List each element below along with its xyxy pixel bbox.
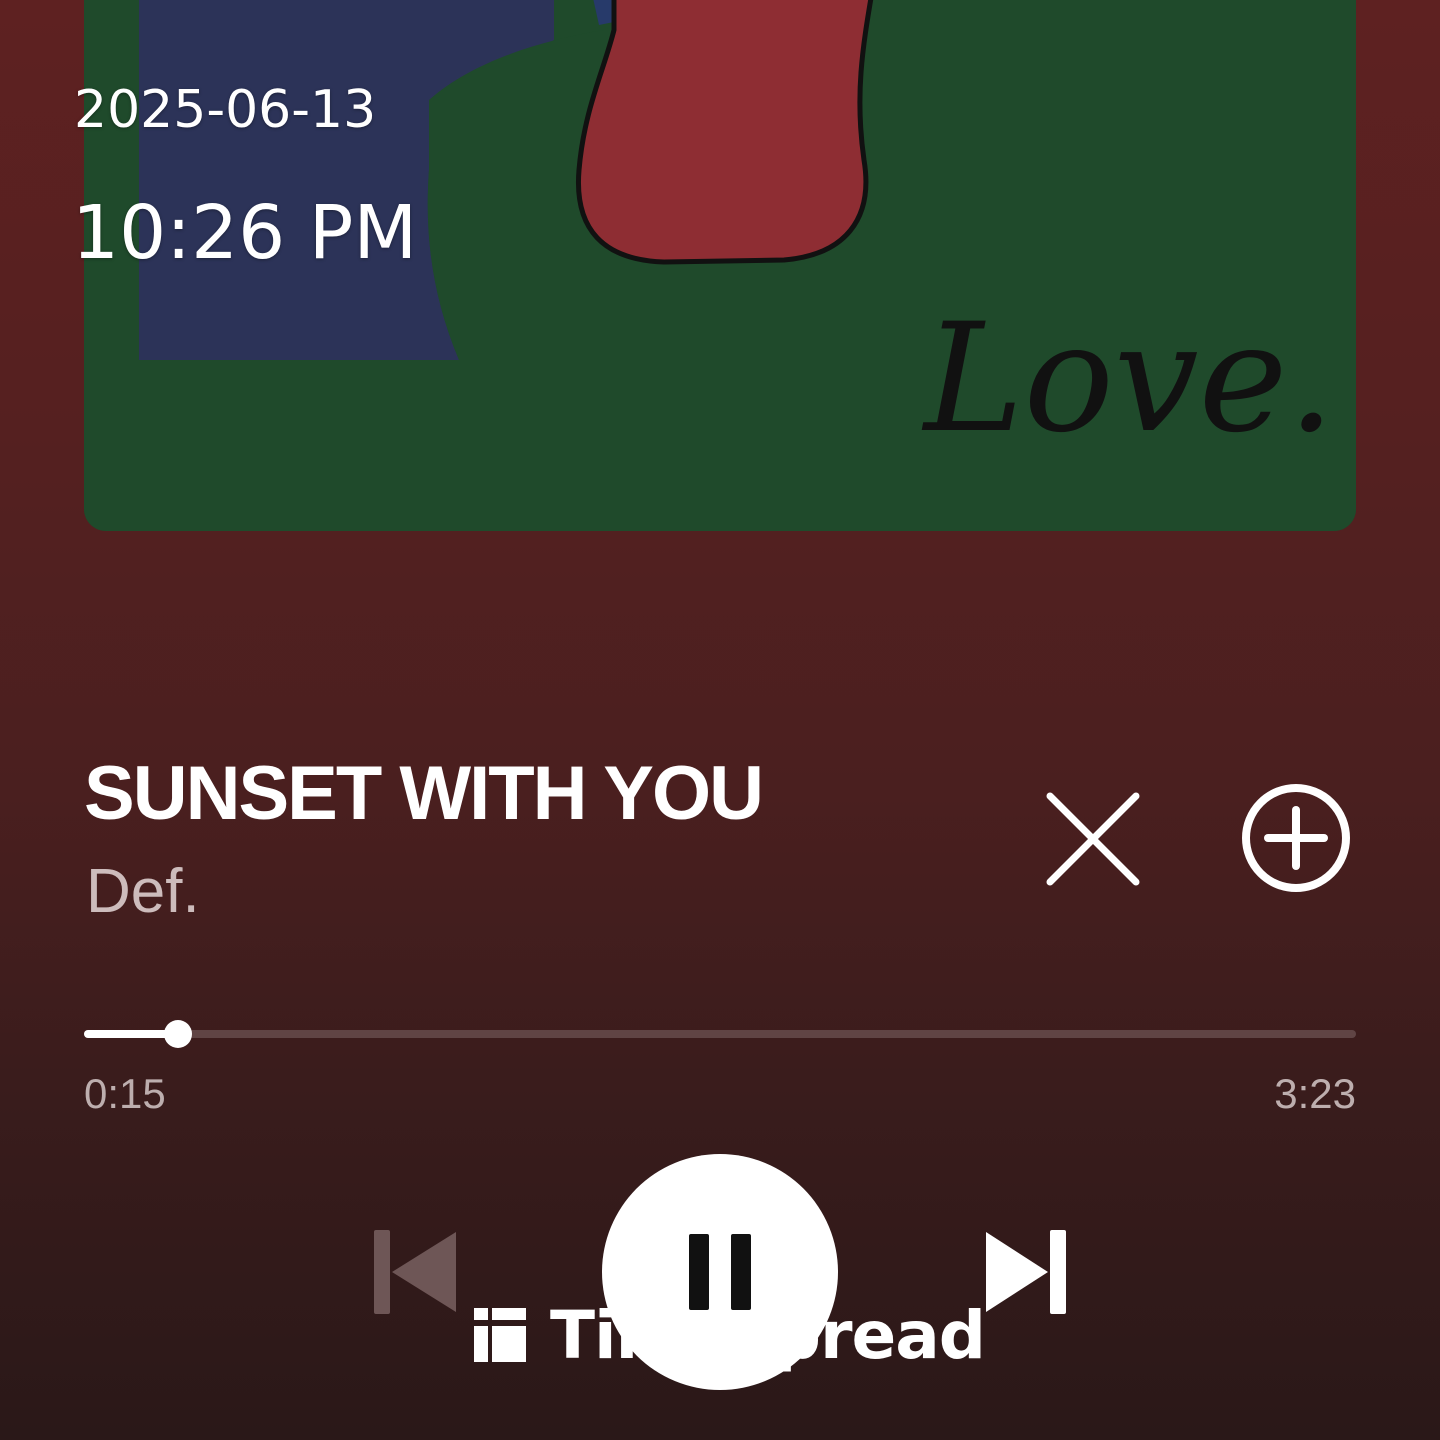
pause-button[interactable] (602, 1154, 838, 1390)
close-button[interactable] (1036, 782, 1150, 896)
elapsed-time: 0:15 (84, 1070, 166, 1117)
total-duration: 3:23 (1274, 1070, 1356, 1117)
watermark-logo-icon (474, 1308, 526, 1362)
skip-previous-icon (374, 1230, 456, 1314)
next-track-button[interactable] (984, 1226, 1070, 1318)
pause-icon (689, 1234, 751, 1310)
skip-next-icon (986, 1230, 1066, 1314)
track-artist[interactable]: Def. (86, 856, 200, 927)
track-title: SUNSET WITH YOU (84, 751, 764, 836)
add-to-library-button[interactable] (1238, 780, 1354, 896)
progress-bar[interactable] (84, 1020, 1356, 1048)
timestamp-date: 2025-06-13 (74, 80, 377, 140)
plus-circle-icon (1242, 784, 1350, 892)
progress-thumb[interactable] (164, 1020, 193, 1048)
album-art-caption: Love. (921, 292, 1335, 466)
previous-track-button[interactable] (370, 1226, 460, 1318)
timestamp-time: 10:26 PM (72, 190, 418, 276)
now-playing-screen: Love. 2025-06-13 10:26 PM SUNSET WITH YO… (0, 0, 1440, 1440)
close-icon (1046, 792, 1140, 886)
